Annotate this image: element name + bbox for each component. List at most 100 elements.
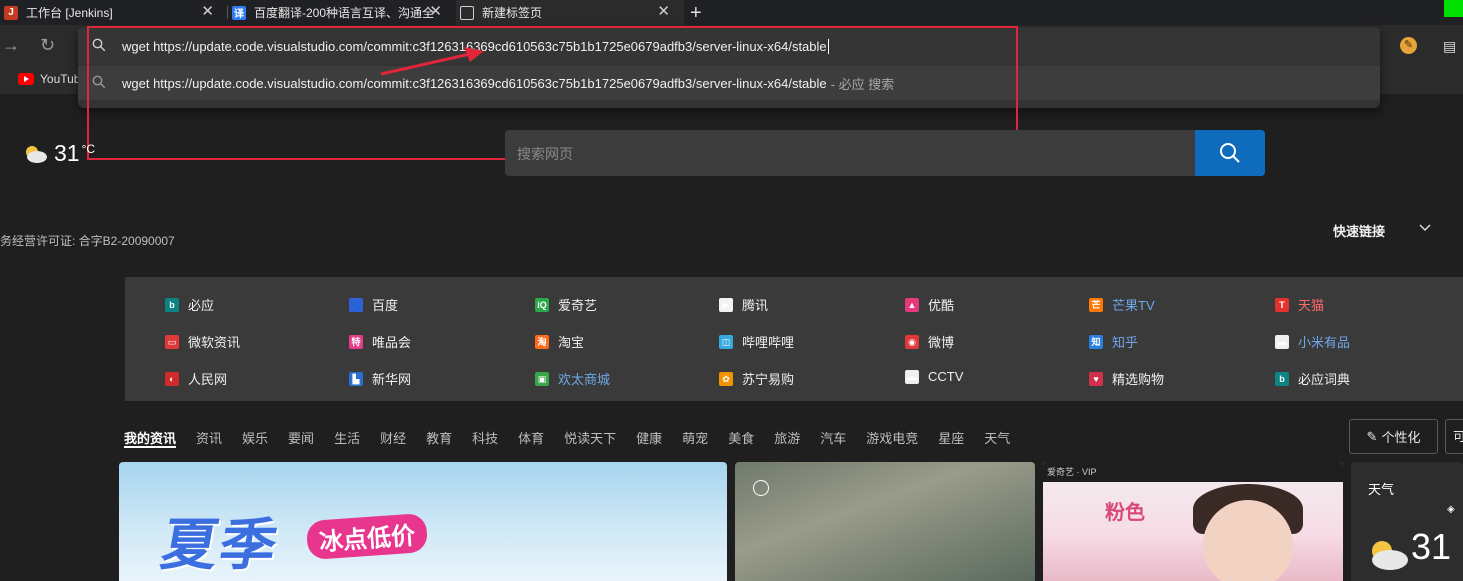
tab-close-icon[interactable]: ✕ bbox=[429, 4, 442, 19]
site-favicon-icon: ♥ bbox=[1089, 371, 1103, 386]
omnibox-suggestion[interactable]: wget https://update.code.visualstudio.co… bbox=[78, 66, 1380, 100]
news-card-iqiyi[interactable]: 爱奇艺 · VIP 粉色 bbox=[1043, 462, 1343, 581]
news-tab[interactable]: 财经 bbox=[380, 428, 406, 448]
site-link[interactable]: ▬ CCTV bbox=[905, 369, 963, 384]
site-label: 芒果TV bbox=[1112, 298, 1155, 313]
bookmark-youtube[interactable]: YouTube bbox=[0, 72, 87, 86]
search-button[interactable] bbox=[1195, 130, 1265, 176]
new-tab-button[interactable]: + bbox=[690, 3, 702, 23]
news-tab[interactable]: 生活 bbox=[334, 428, 360, 448]
quick-links-button[interactable]: 快速链接 bbox=[1333, 221, 1385, 240]
reading-list-icon[interactable]: ▤ bbox=[1443, 38, 1460, 54]
forward-arrow-icon[interactable]: → bbox=[2, 35, 20, 56]
site-label: CCTV bbox=[928, 369, 964, 384]
site-link[interactable]: ▣ 欢太商城 bbox=[535, 369, 610, 388]
window-indicator bbox=[1444, 0, 1463, 17]
site-link[interactable]: ▬ 小米有品 bbox=[1275, 332, 1350, 351]
globe-icon bbox=[753, 480, 769, 496]
news-tab[interactable]: 健康 bbox=[636, 428, 662, 448]
site-favicon-icon: ▬ bbox=[1275, 334, 1289, 349]
site-favicon-icon: ▭ bbox=[165, 334, 179, 349]
site-link[interactable]: 芒芒果TV bbox=[1089, 295, 1155, 314]
news-tab[interactable]: 我的资讯 bbox=[124, 428, 177, 448]
news-tab[interactable]: 汽车 bbox=[820, 428, 846, 448]
news-tab[interactable]: 体育 bbox=[518, 428, 544, 448]
news-tab[interactable]: 悦读天下 bbox=[564, 428, 616, 448]
site-link[interactable]: ▶ 腾讯 bbox=[719, 295, 768, 314]
weather-widget[interactable]: 31 °C bbox=[22, 140, 95, 167]
news-tab[interactable]: 教育 bbox=[426, 428, 452, 448]
news-tab[interactable]: 美食 bbox=[728, 428, 754, 448]
weather-card[interactable]: 天气 ◈ 31 bbox=[1351, 462, 1463, 581]
site-link[interactable]: T 天猫 bbox=[1275, 295, 1324, 314]
tab-jenkins[interactable]: J 工作台 [Jenkins] ✕ bbox=[0, 0, 228, 25]
partly-cloudy-icon bbox=[1372, 541, 1408, 570]
news-card-photo[interactable] bbox=[735, 462, 1035, 581]
site-label: 新华网 bbox=[372, 372, 412, 387]
site-label: 微博 bbox=[928, 335, 955, 350]
site-link[interactable]: iQ 爱奇艺 bbox=[535, 295, 597, 314]
site-label: 优酷 bbox=[928, 298, 955, 313]
news-card-promo[interactable]: 夏季 冰点低价 bbox=[119, 462, 727, 581]
news-tab[interactable]: 娱乐 bbox=[242, 428, 268, 448]
search-input[interactable]: 搜索网页 bbox=[517, 144, 573, 164]
search-icon bbox=[92, 75, 106, 92]
site-favicon-icon: ▙ bbox=[349, 371, 363, 386]
news-tab[interactable]: 旅游 bbox=[774, 428, 800, 448]
newtab-icon bbox=[460, 5, 474, 20]
news-tab[interactable]: 游戏电竞 bbox=[866, 428, 918, 448]
news-tab[interactable]: 星座 bbox=[938, 428, 964, 448]
site-label: 苏宁易购 bbox=[742, 372, 795, 387]
site-link[interactable]: ▙ 新华网 bbox=[349, 369, 411, 388]
tab-close-icon[interactable]: ✕ bbox=[201, 4, 214, 19]
site-link[interactable]: ▲ 优酷 bbox=[905, 295, 954, 314]
extension-icon[interactable]: ✎ bbox=[1400, 37, 1417, 54]
news-tab[interactable]: 要闻 bbox=[288, 428, 314, 448]
site-favicon-icon: ▲ bbox=[905, 297, 919, 312]
site-label: 唯品会 bbox=[372, 335, 412, 350]
browser-window: { "tabs": [ {"title": "工作台 [Jenkins]", "… bbox=[0, 0, 1463, 581]
reload-icon[interactable]: ↻ bbox=[40, 35, 55, 56]
site-link[interactable]: 淘淘宝 bbox=[535, 332, 584, 351]
site-link[interactable]: 🐾 百度 bbox=[349, 295, 398, 314]
news-tab[interactable]: 天气 bbox=[984, 428, 1010, 448]
iqiyi-title: 粉色 bbox=[1105, 502, 1145, 524]
site-favicon-icon: 芒 bbox=[1089, 297, 1103, 312]
site-link[interactable]: ✿ 苏宁易购 bbox=[719, 369, 794, 388]
tab-title: 工作台 [Jenkins] bbox=[26, 6, 113, 20]
weather-temp: 31 bbox=[54, 140, 80, 166]
site-link[interactable]: b 必应词典 bbox=[1275, 369, 1350, 388]
chevron-down-icon[interactable] bbox=[1418, 221, 1432, 235]
site-link[interactable]: ◉ 微博 bbox=[905, 332, 954, 351]
site-link[interactable]: ◐ 人民网 bbox=[165, 369, 227, 388]
search-icon bbox=[92, 38, 106, 55]
tab-close-icon[interactable]: ✕ bbox=[657, 4, 670, 19]
site-favicon-icon: iQ bbox=[535, 297, 549, 312]
site-favicon-icon: b bbox=[1275, 371, 1289, 386]
site-label: 淘宝 bbox=[558, 335, 585, 350]
news-tab[interactable]: 资讯 bbox=[196, 428, 222, 448]
site-label: 小米有品 bbox=[1298, 335, 1351, 350]
portrait-face bbox=[1203, 500, 1293, 581]
tab-new-tab[interactable]: 新建标签页 ✕ bbox=[456, 0, 684, 25]
site-link[interactable]: 特唯品会 bbox=[349, 332, 411, 351]
tab-baidu-fanyi[interactable]: 译 百度翻译-200种语言互译、沟通全 ✕ bbox=[228, 0, 456, 25]
news-tab[interactable]: 科技 bbox=[472, 428, 498, 448]
site-link[interactable]: 知知乎 bbox=[1089, 332, 1138, 351]
site-label: 必应词典 bbox=[1298, 372, 1351, 387]
site-favicon-icon: 淘 bbox=[535, 334, 549, 349]
news-tab[interactable]: 萌宠 bbox=[682, 428, 708, 448]
address-bar[interactable]: wget https://update.code.visualstudio.co… bbox=[78, 29, 1380, 63]
more-button[interactable]: 可 bbox=[1445, 419, 1463, 454]
site-favicon-icon: ◐ bbox=[165, 371, 179, 386]
search-box[interactable]: 搜索网页 bbox=[505, 130, 1265, 176]
fanyi-icon: 译 bbox=[232, 5, 246, 20]
site-link[interactable]: ◫ 哔哩哔哩 bbox=[719, 332, 794, 351]
site-link[interactable]: ♥ 精选购物 bbox=[1089, 369, 1164, 388]
site-favicon-icon: ▬ bbox=[905, 369, 919, 384]
tab-title: 百度翻译-200种语言互译、沟通全 bbox=[254, 6, 434, 20]
promo-tag: 冰点低价 bbox=[305, 512, 429, 561]
site-link[interactable]: ▭ 微软资讯 bbox=[165, 332, 240, 351]
personalize-button[interactable]: ✎ 个性化 bbox=[1349, 419, 1438, 454]
site-link[interactable]: b 必应 bbox=[165, 295, 214, 314]
